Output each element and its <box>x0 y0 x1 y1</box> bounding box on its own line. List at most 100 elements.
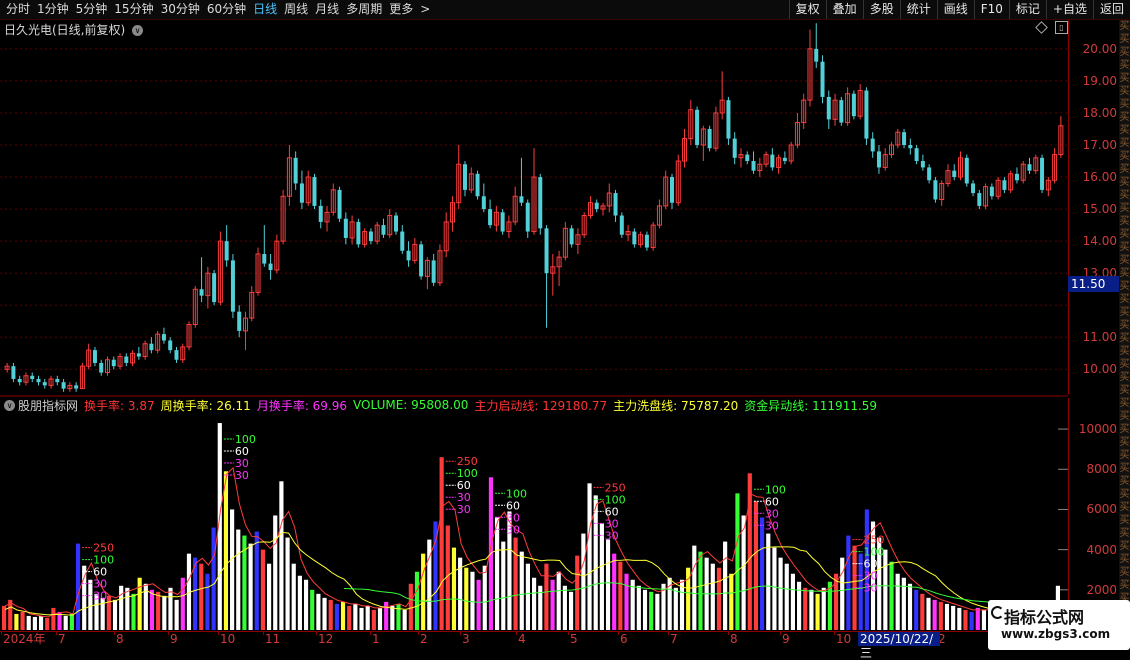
marker-label: 30 <box>605 529 619 542</box>
volume-bar <box>698 551 703 630</box>
indicator-value-6: 资金异动线: 111911.59 <box>744 398 878 413</box>
date-tick-label: 6 <box>620 632 628 646</box>
price-tick-label: 14.00 <box>1082 234 1117 249</box>
signal-char: 买 <box>1119 34 1130 45</box>
volume-bar <box>439 457 444 630</box>
date-tick-mark <box>168 632 169 635</box>
volume-bar <box>605 539 611 630</box>
candle-body <box>952 170 957 178</box>
date-tick-label: 9 <box>782 632 790 646</box>
candle-body <box>864 90 869 139</box>
date-tick-label: 11 <box>265 632 281 646</box>
candle-body <box>312 177 317 206</box>
signal-char: 买 <box>1119 229 1130 240</box>
candle-body <box>902 132 907 145</box>
volume-bar <box>519 551 524 630</box>
right-signal-strip: 买买买买买买买买买买买买买买买买买买买买买买买买买买买买买买买买买买买买买买买买… <box>1119 20 1130 630</box>
candle-body <box>569 228 574 245</box>
candle-body <box>914 148 919 162</box>
candle-body <box>544 228 549 274</box>
signal-char: 买 <box>1119 359 1130 370</box>
volume-bar <box>45 617 50 630</box>
candle-body <box>920 161 925 168</box>
volume-bar <box>174 599 179 630</box>
volume-bar <box>451 547 457 630</box>
candle-body <box>400 231 405 251</box>
signal-char: 买 <box>1119 385 1130 396</box>
candle-body <box>356 221 361 245</box>
volume-bar <box>334 603 339 630</box>
signal-char: 买 <box>1119 372 1130 383</box>
signal-char: 买 <box>1119 541 1130 552</box>
candle-body <box>299 183 304 203</box>
volume-bar <box>624 573 629 630</box>
signal-char: 买 <box>1119 255 1130 266</box>
date-tick-mark <box>56 632 57 635</box>
price-tick-label: 18.00 <box>1082 105 1117 120</box>
volume-bar <box>901 577 906 630</box>
indicator-value-5: 主力洗盘线: 75787.20 <box>613 398 739 413</box>
volume-bar <box>914 589 919 630</box>
candle-body <box>343 218 348 238</box>
candle-body <box>707 128 712 149</box>
volume-bar <box>753 501 759 630</box>
current-price-label: 11.50 <box>1068 276 1123 292</box>
volume-bar <box>408 583 413 630</box>
volume-bar <box>248 543 253 630</box>
volume-bar <box>618 561 623 630</box>
signal-char: 买 <box>1119 47 1130 58</box>
candle-body <box>964 157 969 184</box>
indicator-chevron-icon[interactable]: ∨ <box>4 399 15 411</box>
candle-body <box>419 244 424 277</box>
signal-char: 买 <box>1119 398 1130 409</box>
volume-axis: 10000 8000 6000 4000 2000 <box>1068 398 1120 630</box>
candle-body <box>149 343 154 351</box>
volume-bar <box>729 573 734 630</box>
volume-bar <box>544 563 549 630</box>
volume-bar <box>716 567 722 630</box>
volume-bar <box>790 573 795 630</box>
signal-char: 买 <box>1119 307 1130 318</box>
candle-body <box>262 253 267 264</box>
volume-bar <box>599 523 604 630</box>
candle-body <box>42 382 47 386</box>
signal-char: 买 <box>1119 554 1130 565</box>
signal-char: 买 <box>1119 177 1130 188</box>
volume-bar <box>797 581 802 630</box>
candle-body <box>481 196 486 210</box>
volume-bar <box>735 493 740 630</box>
date-tick-label: 7 <box>670 632 678 646</box>
volume-bar <box>230 509 235 630</box>
indicator-name[interactable]: 股朋指标网 <box>18 397 78 414</box>
date-tick-mark <box>263 632 264 635</box>
volume-bar <box>125 587 130 630</box>
volume-bar <box>815 593 820 630</box>
volume-bar <box>377 607 383 630</box>
candle-body <box>989 186 994 197</box>
volume-bar <box>205 573 210 630</box>
volume-bar <box>38 615 44 630</box>
signal-char: 买 <box>1119 476 1130 487</box>
volume-bar <box>402 609 407 630</box>
candle-body <box>751 161 756 171</box>
indicator-value-0: 换手率: 3.87 <box>84 398 155 413</box>
candle-body <box>732 138 737 158</box>
volume-bar <box>525 563 530 630</box>
marker-label: 30 <box>863 582 877 595</box>
volume-bar <box>88 579 93 630</box>
volume-bar <box>180 577 185 630</box>
date-tick-mark <box>114 632 115 635</box>
candle-body <box>475 173 480 197</box>
kline-chart[interactable]: 2501006030301006030302501006030301006030… <box>0 0 1068 631</box>
signal-char: 买 <box>1119 489 1130 500</box>
volume-bar <box>593 495 598 630</box>
volume-bar <box>131 593 136 630</box>
toolbar-button-8[interactable]: 返回 <box>1092 0 1130 19</box>
candle-body <box>368 231 373 242</box>
volume-bar <box>568 591 574 630</box>
volume-bar <box>390 605 395 630</box>
signal-char: 买 <box>1119 424 1130 435</box>
volume-bar <box>199 563 204 630</box>
date-tick-mark <box>668 632 669 635</box>
volume-bar <box>495 517 500 630</box>
